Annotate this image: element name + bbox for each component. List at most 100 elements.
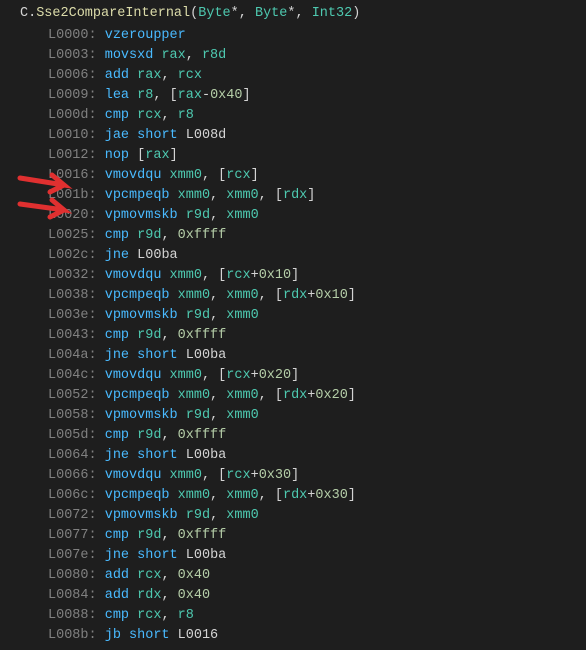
- offset-label: L0064:: [48, 448, 105, 463]
- register: r9d: [186, 508, 210, 523]
- register: xmm0: [170, 268, 202, 283]
- label-ref: L00ba: [137, 248, 178, 263]
- asm-line: L0003: movsxd rax, r8d: [20, 46, 586, 66]
- register: rax: [137, 68, 161, 83]
- offset-label: L0012:: [48, 148, 105, 163]
- mnemonic: vpcmpeqb: [105, 388, 170, 403]
- punct: ,: [161, 228, 177, 243]
- mnemonic: vpcmpeqb: [105, 288, 170, 303]
- asm-line: L0052: vpcmpeqb xmm0, xmm0, [rdx+0x20]: [20, 386, 586, 406]
- register: r9d: [137, 228, 161, 243]
- asm-line: L0080: add rcx, 0x40: [20, 566, 586, 586]
- mnemonic: add: [105, 588, 129, 603]
- label-ref: L00ba: [186, 348, 227, 363]
- asm-line: L0006: add rax, rcx: [20, 66, 586, 86]
- register: rdx: [283, 388, 307, 403]
- offset-label: L0003:: [48, 48, 105, 63]
- method-name: Sse2CompareInternal: [36, 6, 190, 21]
- keyword: short: [137, 128, 178, 143]
- register: xmm0: [170, 368, 202, 383]
- punct: , [: [202, 168, 226, 183]
- mnemonic: add: [105, 568, 129, 583]
- register: r9d: [137, 428, 161, 443]
- punct: ,: [161, 108, 177, 123]
- offset-label: L0072:: [48, 508, 105, 523]
- mnemonic: movsxd: [105, 48, 154, 63]
- offset-label: L001b:: [48, 188, 105, 203]
- class-prefix: C.: [20, 6, 36, 21]
- punct: ,: [210, 388, 226, 403]
- literal: 0xffff: [178, 328, 227, 343]
- asm-line: L0058: vpmovmskb r9d, xmm0: [20, 406, 586, 426]
- offset-label: L0010:: [48, 128, 105, 143]
- punct: ,: [210, 288, 226, 303]
- punct: [170, 628, 178, 643]
- offset-label: L003e:: [48, 308, 105, 323]
- asm-line: L0043: cmp r9d, 0xffff: [20, 326, 586, 346]
- mnemonic: cmp: [105, 108, 129, 123]
- register: rax: [145, 148, 169, 163]
- literal: 0x30: [315, 488, 347, 503]
- method-signature: C.Sse2CompareInternal(Byte*, Byte*, Int3…: [20, 4, 586, 24]
- asm-line: L0077: cmp r9d, 0xffff: [20, 526, 586, 546]
- literal: 0xffff: [178, 228, 227, 243]
- punct: ,: [210, 188, 226, 203]
- mnemonic: vpmovmskb: [105, 308, 178, 323]
- label-ref: L00ba: [186, 448, 227, 463]
- register: r8: [178, 108, 194, 123]
- register: rdx: [283, 488, 307, 503]
- punct: +: [251, 468, 259, 483]
- offset-label: L006c:: [48, 488, 105, 503]
- register: r9d: [137, 528, 161, 543]
- register: rcx: [137, 568, 161, 583]
- punct: ,: [161, 588, 177, 603]
- register: rdx: [283, 288, 307, 303]
- mnemonic: lea: [105, 88, 129, 103]
- punct: , [: [202, 368, 226, 383]
- asm-line: L001b: vpcmpeqb xmm0, xmm0, [rdx]: [20, 186, 586, 206]
- asm-line: L0032: vmovdqu xmm0, [rcx+0x10]: [20, 266, 586, 286]
- register: xmm0: [226, 208, 258, 223]
- register: xmm0: [170, 468, 202, 483]
- punct: ,: [210, 208, 226, 223]
- register: xmm0: [178, 188, 210, 203]
- mnemonic: vmovdqu: [105, 468, 162, 483]
- mnemonic: vpcmpeqb: [105, 488, 170, 503]
- literal: 0x20: [259, 368, 291, 383]
- offset-label: L0066:: [48, 468, 105, 483]
- asm-line: L0000: vzeroupper: [20, 26, 586, 46]
- asm-line: L0066: vmovdqu xmm0, [rcx+0x30]: [20, 466, 586, 486]
- asm-line: L0072: vpmovmskb r9d, xmm0: [20, 506, 586, 526]
- punct: ]: [348, 388, 356, 403]
- asm-line: L0088: cmp rcx, r8: [20, 606, 586, 626]
- asm-line: L0009: lea r8, [rax-0x40]: [20, 86, 586, 106]
- punct: ]: [348, 488, 356, 503]
- offset-label: L008b:: [48, 628, 105, 643]
- register: xmm0: [170, 168, 202, 183]
- mnemonic: jae: [105, 128, 129, 143]
- register: r9d: [137, 328, 161, 343]
- offset-label: L0006:: [48, 68, 105, 83]
- assembly-lines: L0000: vzeroupperL0003: movsxd rax, r8dL…: [20, 26, 586, 646]
- register: xmm0: [226, 388, 258, 403]
- keyword: short: [137, 548, 178, 563]
- register: rdx: [137, 588, 161, 603]
- register: rcx: [226, 368, 250, 383]
- punct: [178, 348, 186, 363]
- register: rax: [178, 88, 202, 103]
- register: rcx: [137, 108, 161, 123]
- offset-label: L000d:: [48, 108, 105, 123]
- asm-line: L003e: vpmovmskb r9d, xmm0: [20, 306, 586, 326]
- punct: ]: [348, 288, 356, 303]
- punct: -: [202, 88, 210, 103]
- punct: [178, 128, 186, 143]
- asm-line: L0064: jne short L00ba: [20, 446, 586, 466]
- mnemonic: cmp: [105, 528, 129, 543]
- punct: ,: [161, 328, 177, 343]
- register: r9d: [186, 208, 210, 223]
- punct: [178, 448, 186, 463]
- register: xmm0: [226, 488, 258, 503]
- mnemonic: cmp: [105, 428, 129, 443]
- asm-line: L0010: jae short L008d: [20, 126, 586, 146]
- mnemonic: vmovdqu: [105, 368, 162, 383]
